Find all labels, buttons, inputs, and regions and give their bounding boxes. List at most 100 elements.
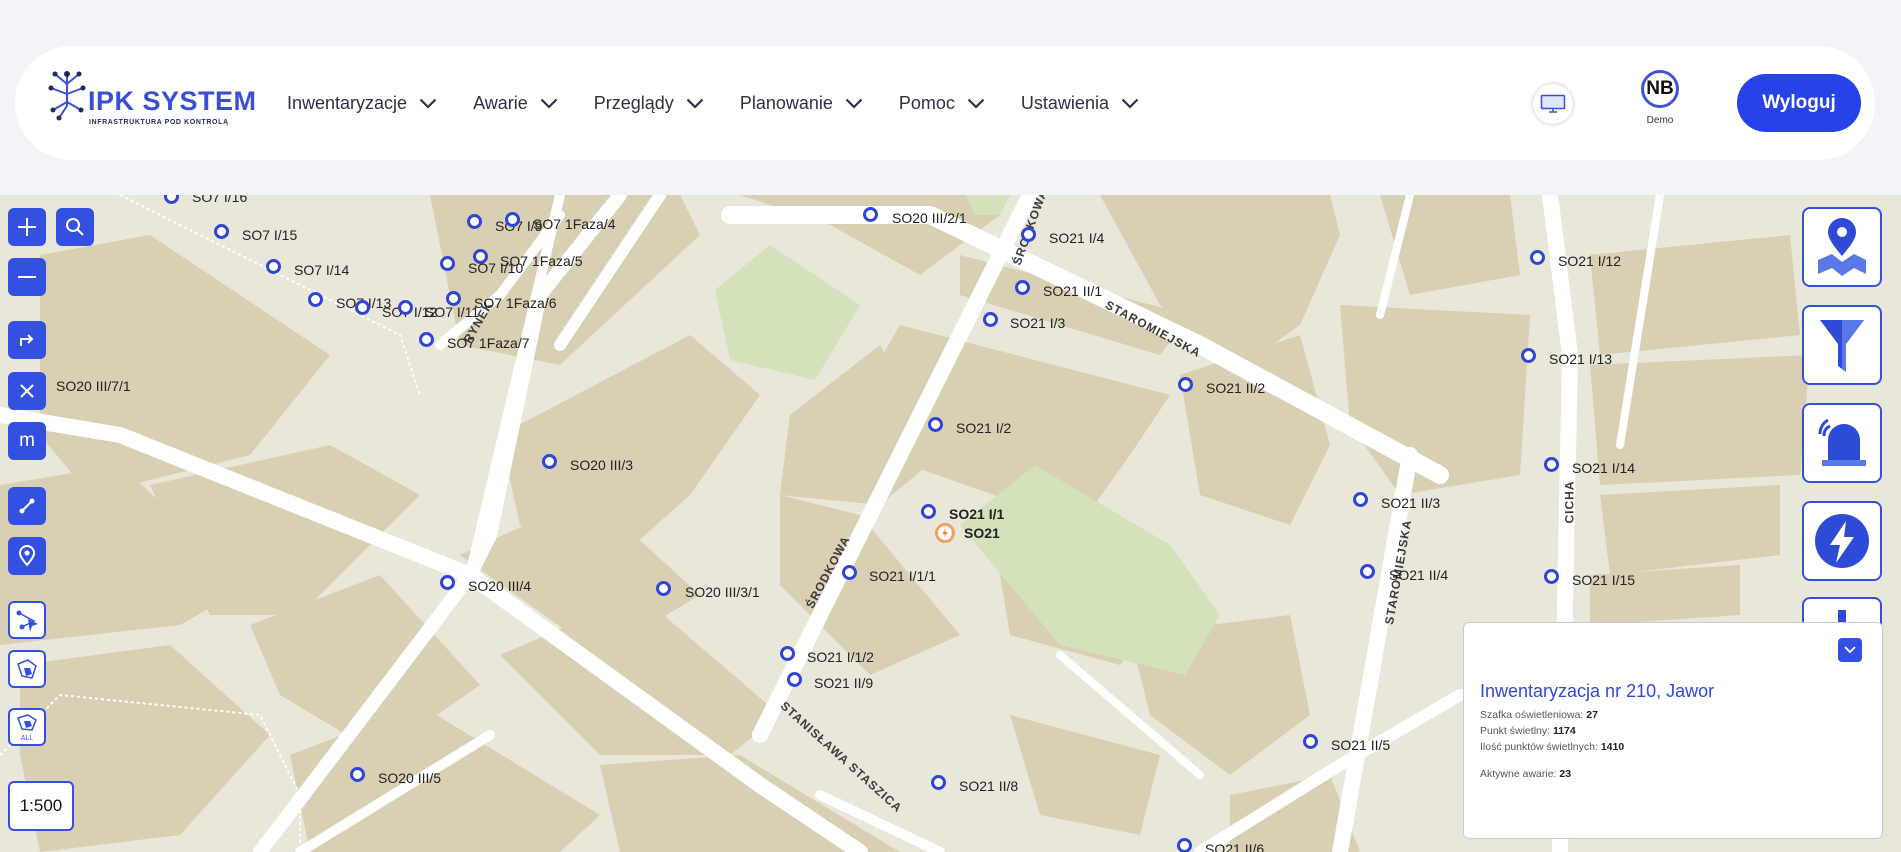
menu-awarie[interactable]: Awarie xyxy=(473,93,558,114)
menu-label: Ustawienia xyxy=(1020,92,1109,113)
clear-button[interactable] xyxy=(8,372,46,410)
lamp-point-marker[interactable] xyxy=(1021,227,1036,242)
cabinet-marker[interactable] xyxy=(935,523,955,543)
location-pin-icon xyxy=(18,545,36,567)
lamp-point-label: SO20 III/7/1 xyxy=(56,378,131,394)
lamp-point-marker[interactable] xyxy=(446,291,461,306)
lamp-point-label: SO21 I/15 xyxy=(1572,572,1636,588)
lamp-point-label: SO21 I/4 xyxy=(1049,230,1105,246)
menu-ustawienia[interactable]: Ustawienia xyxy=(1021,93,1139,114)
menu-przeglady[interactable]: Przeglądy xyxy=(594,93,704,114)
search-icon xyxy=(66,218,84,236)
menu-label: Planowanie xyxy=(739,92,833,113)
row-label: Ilość punktów świetlnych: xyxy=(1480,741,1598,753)
chevron-down-icon xyxy=(1844,646,1856,654)
select-line-button[interactable] xyxy=(8,601,46,639)
lamp-point-marker[interactable] xyxy=(928,417,943,432)
zoom-out-button[interactable] xyxy=(8,258,46,296)
lamp-point-marker[interactable] xyxy=(214,224,229,239)
lamp-point-marker[interactable] xyxy=(1303,734,1318,749)
ipk-logo[interactable]: IPK SYSTEM INFRASTRUKTURA POD KONTROLĄ xyxy=(45,64,256,144)
lamp-point-marker[interactable] xyxy=(440,256,455,271)
lamp-point-marker[interactable] xyxy=(505,212,520,227)
lamp-point-marker[interactable] xyxy=(931,775,946,790)
chevron-down-icon xyxy=(686,98,704,109)
menu-inwentaryzacje[interactable]: Inwentaryzacje xyxy=(287,93,437,114)
lamp-point-marker[interactable] xyxy=(1521,348,1536,363)
chevron-down-icon xyxy=(419,98,437,109)
hand-select-icon xyxy=(17,659,37,679)
select-all-icon: ALL xyxy=(17,714,37,742)
lamp-point-marker[interactable] xyxy=(467,214,482,229)
lamp-point-label: SO7 1Faza/7 xyxy=(447,335,530,351)
info-row-light-points-count: Ilość punktów świetlnych: 1410 xyxy=(1480,741,1624,753)
lamp-point-marker[interactable] xyxy=(1544,457,1559,472)
lamp-point-marker[interactable] xyxy=(1353,492,1368,507)
svg-text:ALL: ALL xyxy=(21,735,34,742)
lamp-point-marker[interactable] xyxy=(1178,377,1193,392)
lamp-point-label: SO20 III/3 xyxy=(570,457,634,473)
lamp-point-marker[interactable] xyxy=(842,565,857,580)
lamp-point-marker[interactable] xyxy=(398,300,413,315)
lamp-point-label: SO7 I/11 xyxy=(425,304,480,320)
map-layers-button[interactable] xyxy=(1802,207,1882,287)
lamp-point-label: SO21 II/9 xyxy=(814,675,874,691)
map-scale-indicator[interactable]: 1:500 xyxy=(8,781,74,831)
lamp-point-marker[interactable] xyxy=(1015,280,1030,295)
lamp-point-marker[interactable] xyxy=(787,672,802,687)
filter-button[interactable] xyxy=(1802,305,1882,385)
lamp-point-marker[interactable] xyxy=(656,581,671,596)
lamp-point-marker[interactable] xyxy=(350,767,365,782)
logout-button[interactable]: Wyloguj xyxy=(1737,74,1861,132)
redo-arrow-icon xyxy=(20,334,34,346)
lamp-point-marker[interactable] xyxy=(355,300,370,315)
line-segment-icon xyxy=(19,498,35,514)
logo-network-icon xyxy=(48,71,86,121)
lamp-point-label: SO7 I/15 xyxy=(242,227,298,243)
lamp-point-marker[interactable] xyxy=(1177,838,1192,852)
lamp-point-marker[interactable] xyxy=(921,504,936,519)
lamp-point-marker[interactable] xyxy=(542,454,557,469)
lamp-point-label: SO21 II/5 xyxy=(1331,737,1391,753)
add-point-button[interactable] xyxy=(8,537,46,575)
lamp-point-label: SO7 I/16 xyxy=(192,195,248,205)
lamp-point-marker[interactable] xyxy=(863,207,878,222)
user-profile[interactable]: NB Demo xyxy=(1623,70,1697,126)
lamp-point-marker[interactable] xyxy=(440,575,455,590)
menu-pomoc[interactable]: Pomoc xyxy=(899,93,985,114)
select-area-button[interactable] xyxy=(8,650,46,688)
select-all-button[interactable]: ALL xyxy=(8,708,46,746)
monitor-icon xyxy=(1540,94,1566,113)
lamp-point-marker[interactable] xyxy=(1530,250,1545,265)
lamp-point-marker[interactable] xyxy=(780,646,795,661)
menu-label: Przeglądy xyxy=(593,92,674,113)
minus-icon xyxy=(18,276,36,278)
info-row-light-points: Punkt świetlny: 1174 xyxy=(1480,725,1576,737)
lamp-point-marker[interactable] xyxy=(266,259,281,274)
plus-icon xyxy=(18,218,36,236)
failures-button[interactable] xyxy=(1802,501,1882,581)
lamp-point-marker[interactable] xyxy=(1544,569,1559,584)
route-button[interactable] xyxy=(8,487,46,525)
collapse-panel-button[interactable] xyxy=(1838,638,1862,662)
lamp-point-marker[interactable] xyxy=(308,292,323,307)
chevron-down-icon xyxy=(967,98,985,109)
lamp-point-marker[interactable] xyxy=(419,332,434,347)
close-icon xyxy=(20,384,34,398)
select-path-icon xyxy=(16,610,38,632)
lamp-point-label: SO7 1Faza/6 xyxy=(474,295,557,311)
alerts-button[interactable] xyxy=(1802,403,1882,483)
row-value: 27 xyxy=(1586,709,1598,721)
lamp-point-label: SO21 II/3 xyxy=(1381,495,1441,511)
avatar: NB xyxy=(1641,70,1679,108)
measure-button[interactable]: m xyxy=(8,422,46,460)
menu-planowanie[interactable]: Planowanie xyxy=(740,93,863,114)
redo-button[interactable] xyxy=(8,321,46,359)
lamp-point-label: SO7 I/14 xyxy=(294,262,350,278)
monitor-button[interactable] xyxy=(1533,84,1573,124)
search-button[interactable] xyxy=(56,208,94,246)
zoom-in-button[interactable] xyxy=(8,208,46,246)
lamp-point-label: SO7 I/10 xyxy=(468,260,524,276)
lamp-point-marker[interactable] xyxy=(1360,564,1375,579)
lamp-point-marker[interactable] xyxy=(983,312,998,327)
